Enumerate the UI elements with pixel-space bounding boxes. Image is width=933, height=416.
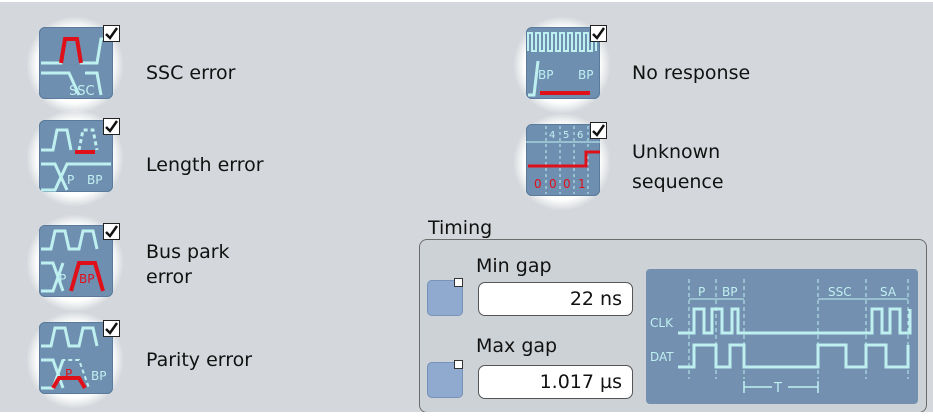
- parity-tile-p: P: [65, 367, 72, 381]
- min-gap-input[interactable]: 22 ns: [478, 282, 633, 316]
- parity-tile-bp: BP: [91, 369, 106, 383]
- bottom-border: [0, 412, 933, 416]
- unknown-sequence-tile[interactable]: 4 5 6 0 0 0 1: [514, 114, 610, 210]
- diagram-clk: CLK: [650, 316, 674, 330]
- unknown-label-line2: sequence: [632, 171, 724, 193]
- max-gap-toggle[interactable]: [427, 360, 463, 398]
- bus-park-tile-bp: BP: [79, 272, 94, 286]
- bus-park-error-icon: P BP: [39, 225, 113, 297]
- diagram-dat: DAT: [650, 350, 674, 364]
- parity-error-checkbox[interactable]: [103, 320, 120, 337]
- min-gap-toggle[interactable]: [427, 278, 463, 316]
- diagram-t: T: [773, 381, 782, 396]
- unknown-bit-1: 0: [549, 177, 557, 191]
- max-gap-checkbox[interactable]: [454, 360, 463, 369]
- length-error-checkbox[interactable]: [103, 118, 120, 135]
- bus-park-tile-p: P: [59, 272, 66, 286]
- unknown-sequence-checkbox[interactable]: [590, 122, 607, 139]
- parity-error-tile[interactable]: P BP: [27, 312, 123, 408]
- unknown-bit-0: 0: [534, 177, 542, 191]
- unknown-tile-5: 5: [563, 130, 569, 141]
- unknown-label-line1: Unknown: [632, 141, 721, 163]
- length-tile-p: P: [67, 173, 74, 187]
- no-response-icon: BP BP: [526, 27, 600, 99]
- length-error-icon: P BP: [39, 120, 113, 192]
- ssc-error-tile[interactable]: SSC: [27, 17, 123, 113]
- length-error-label: Length error: [146, 154, 264, 176]
- bus-park-error-tile[interactable]: P BP: [27, 215, 123, 311]
- no-response-checkbox[interactable]: [590, 25, 607, 42]
- parity-error-icon: P BP: [39, 322, 113, 394]
- ssc-tile-text: SSC: [69, 84, 95, 99]
- parity-error-label: Parity error: [146, 349, 253, 371]
- length-error-tile[interactable]: P BP: [27, 110, 123, 206]
- max-gap-input[interactable]: 1.017 µs: [478, 365, 633, 399]
- diagram-sa: SA: [880, 285, 897, 299]
- unknown-bit-2: 0: [563, 177, 571, 191]
- bus-park-error-checkbox[interactable]: [103, 223, 120, 240]
- unknown-tile-6: 6: [577, 130, 583, 141]
- min-gap-checkbox[interactable]: [454, 278, 463, 287]
- no-response-tile[interactable]: BP BP: [514, 17, 610, 113]
- length-tile-bp: BP: [87, 173, 102, 187]
- max-gap-label: Max gap: [476, 335, 558, 357]
- diagram-ssc: SSC: [828, 285, 852, 299]
- top-border: [0, 0, 933, 2]
- bus-park-label-line1: Bus park: [146, 241, 230, 263]
- min-gap-label: Min gap: [476, 255, 552, 277]
- unknown-tile-4: 4: [549, 130, 555, 141]
- no-response-tile-bp2: BP: [578, 68, 593, 82]
- unknown-bit-3: 1: [578, 177, 586, 191]
- no-response-tile-bp1: BP: [538, 68, 553, 82]
- unknown-sequence-icon: 4 5 6 0 0 0 1: [526, 124, 600, 196]
- diagram-bp: BP: [722, 285, 737, 299]
- ssc-error-icon: SSC: [39, 27, 113, 99]
- no-response-label: No response: [632, 62, 751, 84]
- timing-diagram: P BP SSC SA CLK DAT T: [646, 269, 918, 404]
- timing-title: Timing: [428, 217, 493, 239]
- ssc-error-label: SSC error: [146, 62, 236, 84]
- ssc-error-checkbox[interactable]: [103, 25, 120, 42]
- diagram-p: P: [698, 285, 705, 299]
- bus-park-label-line2: error: [146, 266, 192, 288]
